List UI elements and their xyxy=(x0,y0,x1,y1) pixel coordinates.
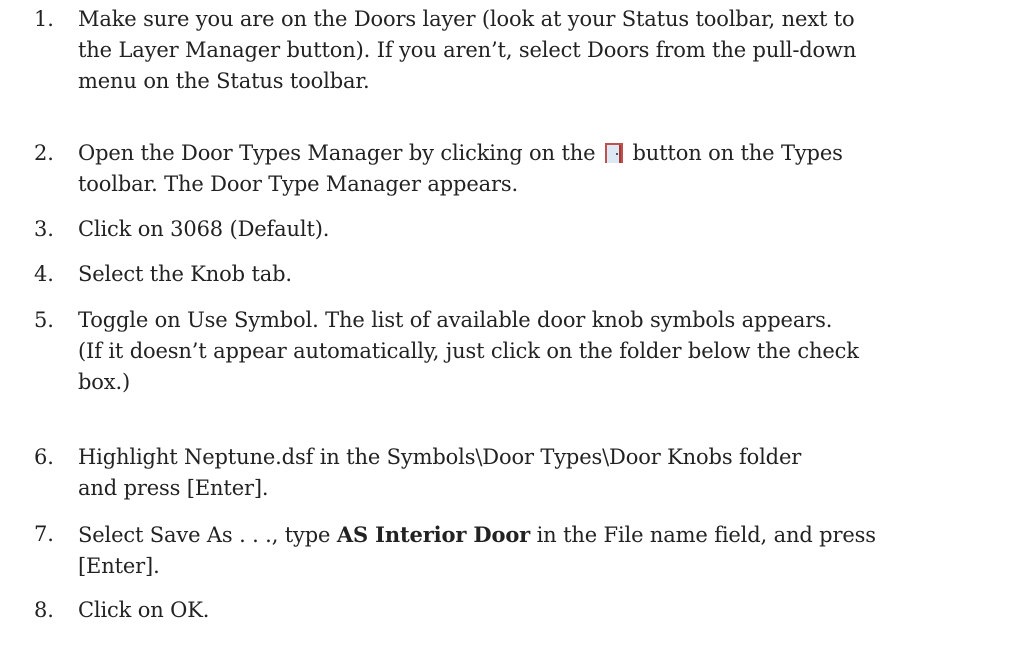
step-number: 2. xyxy=(34,141,54,165)
step-number: 3. xyxy=(34,217,54,241)
step-line: Toggle on Use Symbol. The list of availa… xyxy=(78,308,833,332)
step-number: 5. xyxy=(34,308,54,332)
file-name-value: AS Interior Door xyxy=(336,522,531,547)
step-text: Toggle on Use Symbol. The list of availa… xyxy=(78,305,1014,398)
step-line: Open the Door Types Manager by clicking … xyxy=(78,138,1014,169)
step-5: 5. Toggle on Use Symbol. The list of ava… xyxy=(34,305,1014,398)
step-text-segment: Select Save As . . ., type xyxy=(78,523,337,547)
step-1: 1. Make sure you are on the Doors layer … xyxy=(34,4,1014,97)
step-line: Click on 3068 (Default). xyxy=(78,217,330,241)
step-4: 4. Select the Knob tab. xyxy=(34,259,1014,290)
step-line: Select the Knob tab. xyxy=(78,262,292,286)
step-3: 3. Click on 3068 (Default). xyxy=(34,214,1014,245)
step-text-segment: Open the Door Types Manager by clicking … xyxy=(78,141,596,165)
step-text: Click on 3068 (Default). xyxy=(78,214,1014,245)
step-number: 1. xyxy=(34,7,54,31)
step-text-segment: in the File name field, and press xyxy=(530,523,876,547)
step-number: 6. xyxy=(34,445,54,469)
step-line: and press [Enter]. xyxy=(78,476,269,500)
door-types-icon xyxy=(604,142,624,164)
step-number: 4. xyxy=(34,262,54,286)
step-text: Open the Door Types Manager by clicking … xyxy=(78,138,1014,200)
step-line: [Enter]. xyxy=(78,554,160,578)
step-8: 8. Click on OK. xyxy=(34,595,1014,626)
step-text: Click on OK. xyxy=(78,595,1014,626)
step-line: Select Save As . . ., type AS Interior D… xyxy=(78,519,1014,551)
step-text: Select Save As . . ., type AS Interior D… xyxy=(78,519,1014,582)
step-line: box.) xyxy=(78,370,131,394)
step-line: Highlight Neptune.dsf in the Symbols\Doo… xyxy=(78,445,802,469)
step-line: menu on the Status toolbar. xyxy=(78,69,370,93)
step-number: 7. xyxy=(34,522,54,546)
step-line: Click on OK. xyxy=(78,598,210,622)
step-number: 8. xyxy=(34,598,54,622)
step-line: the Layer Manager button). If you aren’t… xyxy=(78,38,857,62)
step-text: Make sure you are on the Doors layer (lo… xyxy=(78,4,1014,97)
instruction-list: 1. Make sure you are on the Doors layer … xyxy=(0,0,1026,658)
step-6: 6. Highlight Neptune.dsf in the Symbols\… xyxy=(34,442,1014,504)
step-line: toolbar. The Door Type Manager appears. xyxy=(78,172,519,196)
step-line: (If it doesn’t appear automatically, jus… xyxy=(78,339,859,363)
step-text-segment: button on the Types xyxy=(632,141,843,165)
step-7: 7. Select Save As . . ., type AS Interio… xyxy=(34,519,1014,582)
step-text: Select the Knob tab. xyxy=(78,259,1014,290)
step-line: Make sure you are on the Doors layer (lo… xyxy=(78,7,855,31)
step-text: Highlight Neptune.dsf in the Symbols\Doo… xyxy=(78,442,1014,504)
step-2: 2. Open the Door Types Manager by clicki… xyxy=(34,138,1014,200)
